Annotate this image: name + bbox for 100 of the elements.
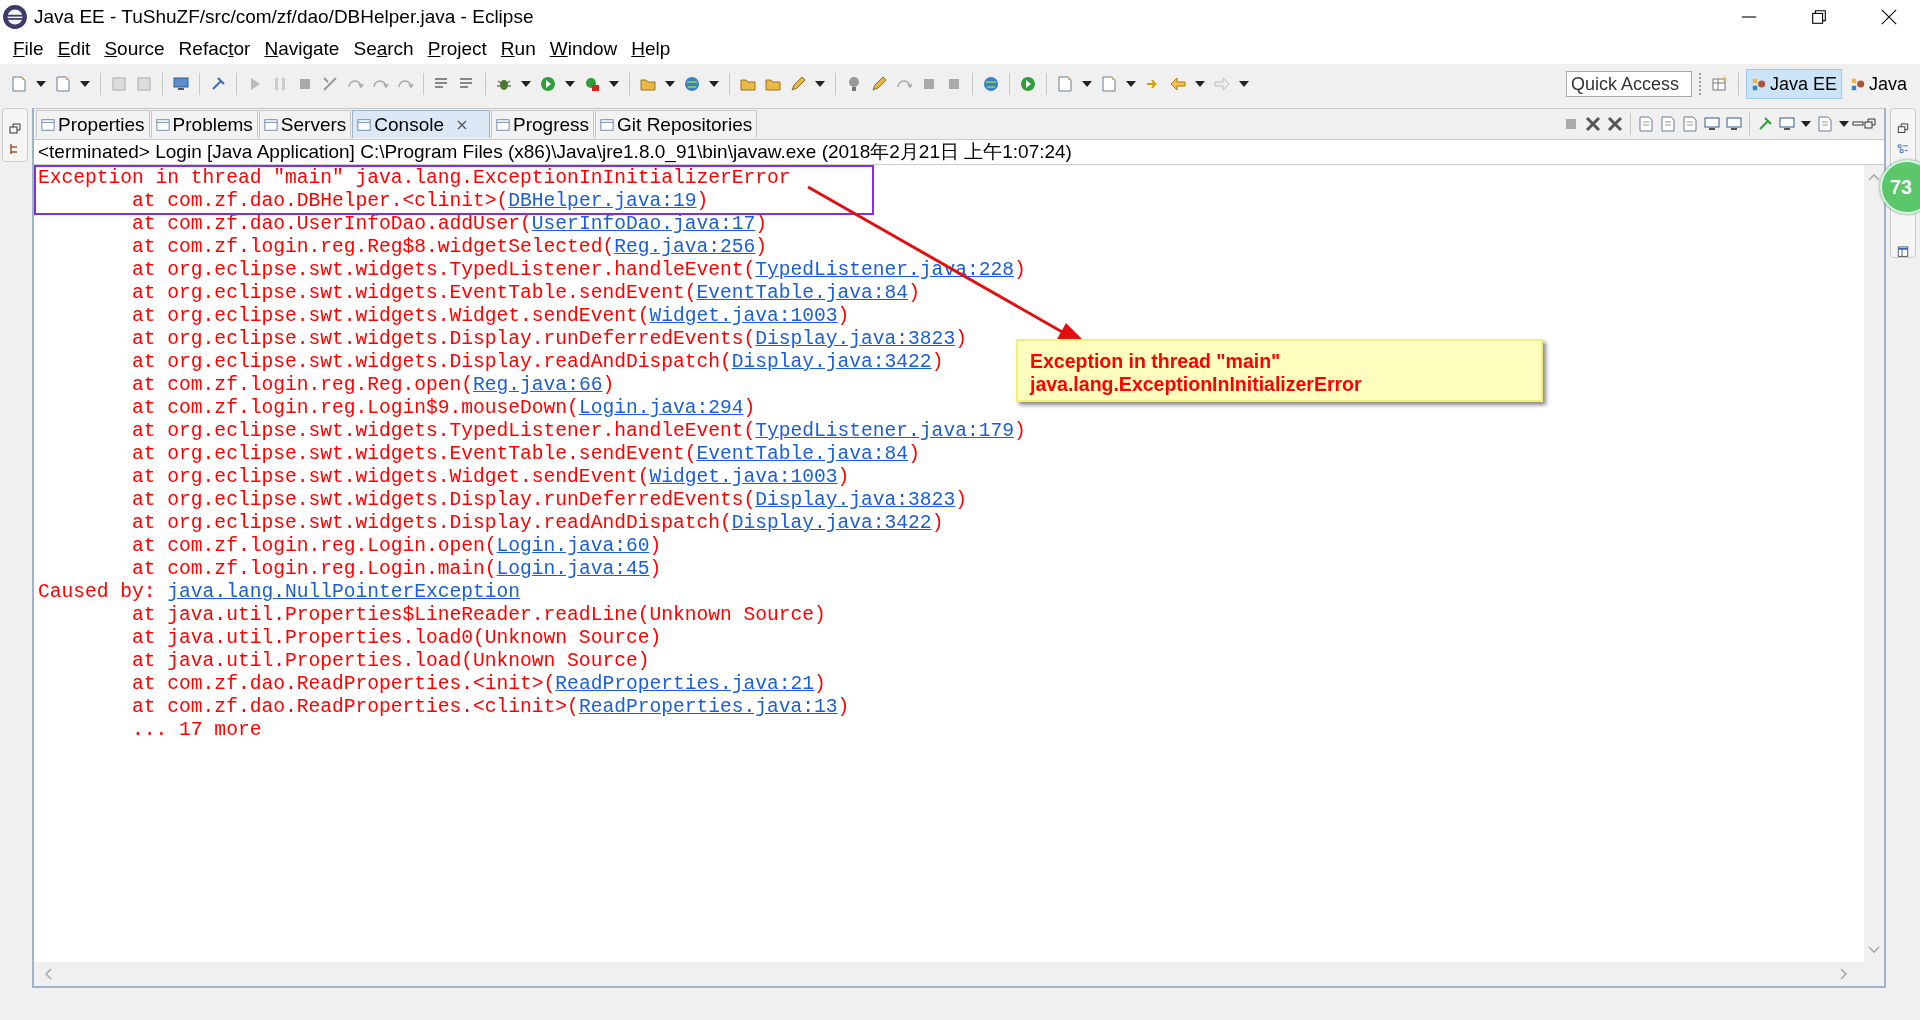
document-icon[interactable] (10, 75, 28, 93)
source-link[interactable]: DBHelper.java:19 (508, 190, 697, 212)
perspective-button[interactable]: Java EE (1745, 69, 1842, 99)
source-link[interactable]: Display.java:3422 (731, 512, 932, 534)
menu-item[interactable]: Help (624, 38, 678, 60)
view-tab[interactable]: Git Repositories (595, 110, 758, 138)
scroll-up-icon[interactable] (1868, 173, 1880, 181)
menu-item[interactable]: File (6, 38, 51, 60)
monitor-icon[interactable] (1725, 115, 1743, 133)
perspective-icon (1750, 76, 1767, 92)
stack-trace-line: at com.zf.login.reg.Login$9.mouseDown(Login.java:294) (131, 397, 756, 420)
dropdown-arrow-icon[interactable] (1082, 81, 1092, 87)
menu-item[interactable]: Edit (50, 38, 98, 60)
stack-trace-line: at com.zf.login.reg.Reg$8.widgetSelected(Reg.java:256) (131, 236, 768, 259)
eclipse-logo-icon (2, 4, 28, 30)
dropdown-arrow-icon[interactable] (665, 81, 675, 87)
monitor-icon[interactable] (172, 75, 190, 93)
document-icon[interactable] (1637, 115, 1655, 133)
source-link[interactable]: ReadProperties.java:13 (578, 696, 838, 718)
dropdown-arrow-icon[interactable] (1801, 121, 1811, 127)
run-icon[interactable] (539, 75, 557, 93)
menu-item[interactable]: Project (420, 38, 494, 60)
dropdown-arrow-icon[interactable] (1126, 81, 1136, 87)
dropdown-arrow-icon[interactable] (815, 81, 825, 87)
source-link[interactable]: Display.java:3823 (755, 489, 956, 511)
document-icon[interactable] (1100, 75, 1118, 93)
scroll-left-icon[interactable] (44, 968, 52, 980)
source-link[interactable]: UserInfoDao.java:17 (531, 213, 756, 235)
menu-item[interactable]: Source (97, 38, 172, 60)
stack-trace-line: at java.util.Properties.load0(Unknown Source) (131, 627, 662, 650)
run-icon[interactable] (1019, 75, 1037, 93)
dropdown-arrow-icon[interactable] (36, 81, 46, 87)
menu-item[interactable]: Search (346, 38, 421, 60)
restore-icon[interactable] (1897, 123, 1909, 135)
scroll-right-icon[interactable] (1840, 968, 1848, 980)
monitor-icon[interactable] (1703, 115, 1721, 133)
clear-icon[interactable] (1584, 115, 1602, 133)
stack-trace-line: Exception in thread "main" java.lang.ExceptionInInitializerError (37, 167, 791, 190)
pen-icon[interactable] (870, 75, 888, 93)
stack-trace-line: at org.eclipse.swt.widgets.EventTable.sendEvent(EventTable.java:84) (131, 443, 920, 466)
source-link[interactable]: Display.java:3823 (755, 328, 956, 350)
layout-icon[interactable] (1897, 245, 1909, 257)
window-icon (600, 117, 615, 132)
dropdown-arrow-icon[interactable] (521, 81, 531, 87)
console-header: <terminated> Login [Java Application] C:\Program Files (x86)\Java\jre1.8.0_91\bin\javaw.exe (2018年2月21日 上午1:07:24) (34, 140, 1884, 165)
source-link[interactable]: Reg.java:66 (473, 374, 603, 396)
source-link[interactable]: ReadProperties.java:21 (555, 673, 815, 695)
perspective-icon (1849, 76, 1866, 92)
perspective-button[interactable]: Java (1844, 69, 1912, 99)
view-tab[interactable]: Problems (150, 110, 258, 138)
vertical-scrollbar[interactable] (1864, 165, 1884, 962)
stack-trace-line: at org.eclipse.swt.widgets.Display.readAndDispatch(Display.java:3422) (131, 512, 944, 535)
dropdown-arrow-icon[interactable] (565, 81, 575, 87)
dropdown-arrow-icon[interactable] (80, 81, 90, 87)
source-link[interactable]: Login.java:45 (496, 558, 650, 580)
document-icon[interactable] (1659, 115, 1677, 133)
source-link[interactable]: Reg.java:256 (614, 236, 756, 258)
stack-trace-line: at com.zf.login.reg.Login.open(Login.java:60) (131, 535, 662, 558)
source-link[interactable]: Widget.java:1003 (649, 466, 838, 488)
quick-access-field[interactable]: Quick Access (1565, 71, 1692, 97)
monitor-icon[interactable] (1778, 115, 1796, 133)
stack-trace-line: at com.zf.dao.ReadProperties.<clinit>(ReadProperties.java:13) (131, 696, 850, 719)
close-icon[interactable] (1880, 8, 1898, 26)
outline-icon[interactable] (1897, 144, 1909, 156)
view-tab[interactable]: Properties (36, 110, 150, 138)
clear-icon[interactable] (1606, 115, 1624, 133)
dropdown-arrow-icon[interactable] (1839, 121, 1849, 127)
restore-icon[interactable] (1810, 8, 1828, 26)
document-icon[interactable] (1056, 75, 1074, 93)
menu-item[interactable]: Run (493, 38, 543, 60)
dropdown-arrow-icon[interactable] (1195, 81, 1205, 87)
globe-icon[interactable] (982, 75, 1000, 93)
globe-icon[interactable] (683, 75, 701, 93)
stack-trace-line: ... 17 more (131, 719, 262, 742)
menu-item[interactable]: Refactor (171, 38, 258, 60)
source-link[interactable]: Widget.java:1003 (649, 305, 838, 327)
source-link[interactable]: java.lang.NullPointerException (167, 581, 521, 603)
view-tab[interactable]: Console (352, 110, 491, 138)
dropdown-arrow-icon[interactable] (609, 81, 619, 87)
back-arrow-icon[interactable] (1169, 75, 1187, 93)
source-link[interactable]: Display.java:3422 (731, 351, 932, 373)
source-link[interactable]: Login.java:294 (578, 397, 744, 419)
source-link[interactable]: EventTable.java:84 (696, 443, 909, 465)
pen-icon[interactable] (789, 75, 807, 93)
scroll-down-icon[interactable] (1868, 946, 1880, 954)
source-link[interactable]: EventTable.java:84 (696, 282, 909, 304)
open-perspective-icon[interactable] (1710, 75, 1729, 93)
menu-item[interactable]: Window (542, 38, 625, 60)
source-link[interactable]: Login.java:60 (496, 535, 650, 557)
source-link[interactable]: TypedListener.java:179 (755, 420, 1014, 442)
callout-note: Exception in thread "main" java.lang.ExceptionInInitializerError (1016, 339, 1543, 402)
view-tab[interactable]: Servers (258, 110, 352, 138)
dropdown-arrow-icon[interactable] (1239, 81, 1249, 87)
document-icon[interactable] (1816, 115, 1834, 133)
dropdown-arrow-icon[interactable] (709, 81, 719, 87)
maximize-icon[interactable] (1864, 118, 1876, 130)
menu-item[interactable]: Navigate (257, 38, 347, 60)
close-icon[interactable] (457, 119, 468, 130)
view-tab[interactable]: Progress (491, 110, 595, 138)
document-icon[interactable] (54, 75, 72, 93)
